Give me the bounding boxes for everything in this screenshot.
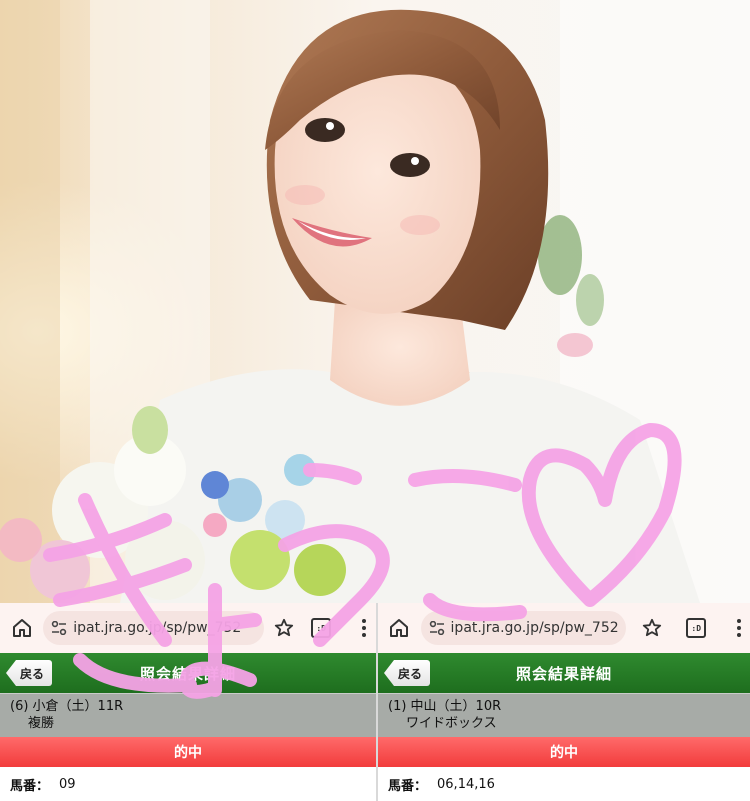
horse-number-value: 09 [59,776,76,792]
page-title-bar: 戻る 照会結果詳細 [378,653,750,693]
bet-type: ワイドボックス [406,716,497,731]
more-menu-icon[interactable] [727,616,750,640]
horse-number-value: 06,14,16 [437,776,495,792]
tab-switcher-icon[interactable]: :D [310,616,333,640]
screenshot-collage: ipat.jra.go.jp/sp/pw_752 :D 戻る 照会結果詳細 (6… [0,0,750,801]
race-line: (1) 中山（土）10R [388,699,502,714]
back-button[interactable]: 戻る [384,660,431,686]
back-button[interactable]: 戻る [6,660,53,686]
url-prefix-text: ipat.jra [450,620,501,636]
browser-toolbar: ipat.jra.go.jp/sp/pw_752 :D [378,603,750,653]
url-text: ipat.jra.go.jp/sp/pw_752 [73,620,242,636]
race-line: (6) 小倉（土）11R [10,699,124,714]
horse-number-label: 馬番： [10,778,50,794]
horse-number-row: 馬番： 09 [0,767,376,801]
url-text: .go.jp/sp/pw_752 [500,620,619,636]
address-bar[interactable]: ipat.jra.go.jp/sp/pw_752 [420,611,627,645]
bookmark-star-icon[interactable] [640,616,663,640]
hit-status-text: 的中 [174,745,202,761]
browser-toolbar: ipat.jra.go.jp/sp/pw_752 :D [0,603,376,653]
home-icon[interactable] [10,616,33,640]
horse-number-label: 馬番： [388,778,428,794]
page-title: 照会結果詳細 [515,664,612,683]
right-screen: ipat.jra .go.jp/sp/pw_752 :D 戻る 照会結果詳細 (1… [378,603,750,801]
portrait-photo [0,0,750,603]
bet-type: 複勝 [28,716,55,731]
portrait-illustration [0,0,750,603]
left-screen: ipat.jra.go.jp/sp/pw_752 :D 戻る 照会結果詳細 (6… [0,603,376,801]
more-menu-icon[interactable] [353,616,376,640]
race-info: (1) 中山（土）10R ワイドボックス [378,693,750,737]
bookmark-star-icon[interactable] [272,616,295,640]
hit-status-badge: 的中 [0,737,376,767]
page-title-bar: 戻る 照会結果詳細 [0,653,376,693]
site-settings-icon[interactable] [429,621,445,635]
address-bar[interactable]: ipat.jra.go.jp/sp/pw_752 [43,611,265,645]
tab-switcher-icon[interactable]: :D [685,616,708,640]
home-icon[interactable] [388,616,411,640]
hit-status-text: 的中 [550,745,578,761]
hit-status-badge: 的中 [378,737,750,767]
horse-number-row: 馬番： 06,14,16 [378,767,750,801]
site-settings-icon[interactable] [51,621,67,635]
race-info: (6) 小倉（土）11R 複勝 [0,693,376,737]
page-title: 照会結果詳細 [139,664,236,683]
